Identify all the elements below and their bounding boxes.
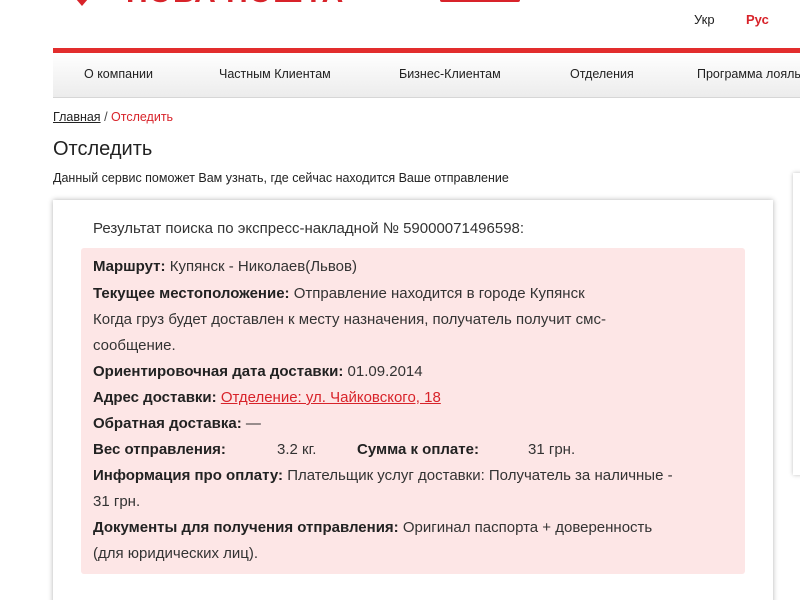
- lang-rus-link[interactable]: Рус: [746, 12, 769, 27]
- nav-item-about[interactable]: О компании: [84, 67, 153, 81]
- documents-value-line1: Оригинал паспорта + доверенность: [402, 519, 653, 536]
- nav-item-business[interactable]: Бизнес-Клиентам: [399, 67, 501, 81]
- route-label: Маршрут:: [93, 258, 166, 275]
- logo-arrow-icon: [76, 0, 88, 6]
- delivery-date-label: Ориентировочная дата доставки:: [93, 363, 344, 380]
- return-delivery-value: —: [245, 415, 261, 432]
- return-delivery-label: Обратная доставка:: [93, 415, 242, 432]
- nav-item-private[interactable]: Частным Клиентам: [219, 67, 331, 81]
- payment-label: Информация про оплату:: [93, 467, 284, 484]
- route-row: Маршрут: Купянск - Николаев(Львов): [93, 258, 357, 275]
- weight-label: Вес отправления:: [93, 441, 226, 458]
- nav-item-loyalty[interactable]: Программа лояльности: [697, 67, 800, 81]
- sms-note-line2: сообщение.: [93, 337, 176, 354]
- weight-sum-row: Вес отправления: 3.2 кг. Сумма к оплате:…: [93, 441, 575, 458]
- header-button[interactable]: [440, 0, 520, 2]
- delivery-date-value: 01.09.2014: [347, 363, 423, 380]
- breadcrumb-current: Отследить: [111, 110, 174, 124]
- sum-value: 31 грн.: [528, 441, 576, 458]
- logo[interactable]: НОВА ПОШТА: [60, 0, 380, 10]
- page-description: Данный сервис поможет Вам узнать, где се…: [53, 171, 509, 185]
- return-delivery-row: Обратная доставка: —: [93, 415, 261, 432]
- route-value: Купянск - Николаев(Львов): [169, 258, 357, 275]
- page: НОВА ПОШТА Укр Рус О компании Частным Кл…: [0, 0, 800, 600]
- location-label: Текущее местоположение:: [93, 285, 290, 302]
- result-title: Результат поиска по экспресс-накладной №…: [93, 220, 525, 237]
- location-value: Отправление находится в городе Купянск: [293, 285, 585, 302]
- address-row: Адрес доставки: Отделение: ул. Чайковско…: [93, 389, 441, 406]
- location-row: Текущее местоположение: Отправление нахо…: [93, 285, 585, 302]
- lang-ukr-link[interactable]: Укр: [694, 12, 715, 27]
- address-label: Адрес доставки:: [93, 389, 217, 406]
- logo-text: НОВА ПОШТА: [126, 0, 344, 10]
- sms-note-line1: Когда груз будет доставлен к месту назна…: [93, 311, 606, 328]
- payment-value-line1: Плательщик услуг доставки: Получатель за…: [287, 467, 673, 484]
- address-link[interactable]: Отделение: ул. Чайковского, 18: [221, 389, 441, 406]
- breadcrumb: Главная / Отследить: [53, 110, 173, 124]
- delivery-date-row: Ориентировочная дата доставки: 01.09.201…: [93, 363, 423, 380]
- tracking-info-box: Маршрут: Купянск - Николаев(Львов) Текущ…: [81, 248, 745, 574]
- main-nav: О компании Частным Клиентам Бизнес-Клиен…: [53, 53, 800, 98]
- breadcrumb-home-link[interactable]: Главная: [53, 110, 101, 124]
- documents-label: Документы для получения отправления:: [93, 519, 399, 536]
- breadcrumb-separator: /: [104, 110, 108, 124]
- nav-item-branches[interactable]: Отделения: [570, 67, 634, 81]
- page-title: Отследить: [53, 138, 153, 160]
- side-panel: [793, 173, 800, 475]
- weight-value: 3.2 кг.: [277, 441, 317, 458]
- documents-row: Документы для получения отправления: Ори…: [93, 519, 652, 536]
- result-card: Результат поиска по экспресс-накладной №…: [53, 200, 773, 600]
- sum-label: Сумма к оплате:: [357, 441, 479, 458]
- payment-value-line2: 31 грн.: [93, 493, 141, 510]
- documents-value-line2: (для юридических лиц).: [93, 545, 259, 562]
- payment-row: Информация про оплату: Плательщик услуг …: [93, 467, 673, 484]
